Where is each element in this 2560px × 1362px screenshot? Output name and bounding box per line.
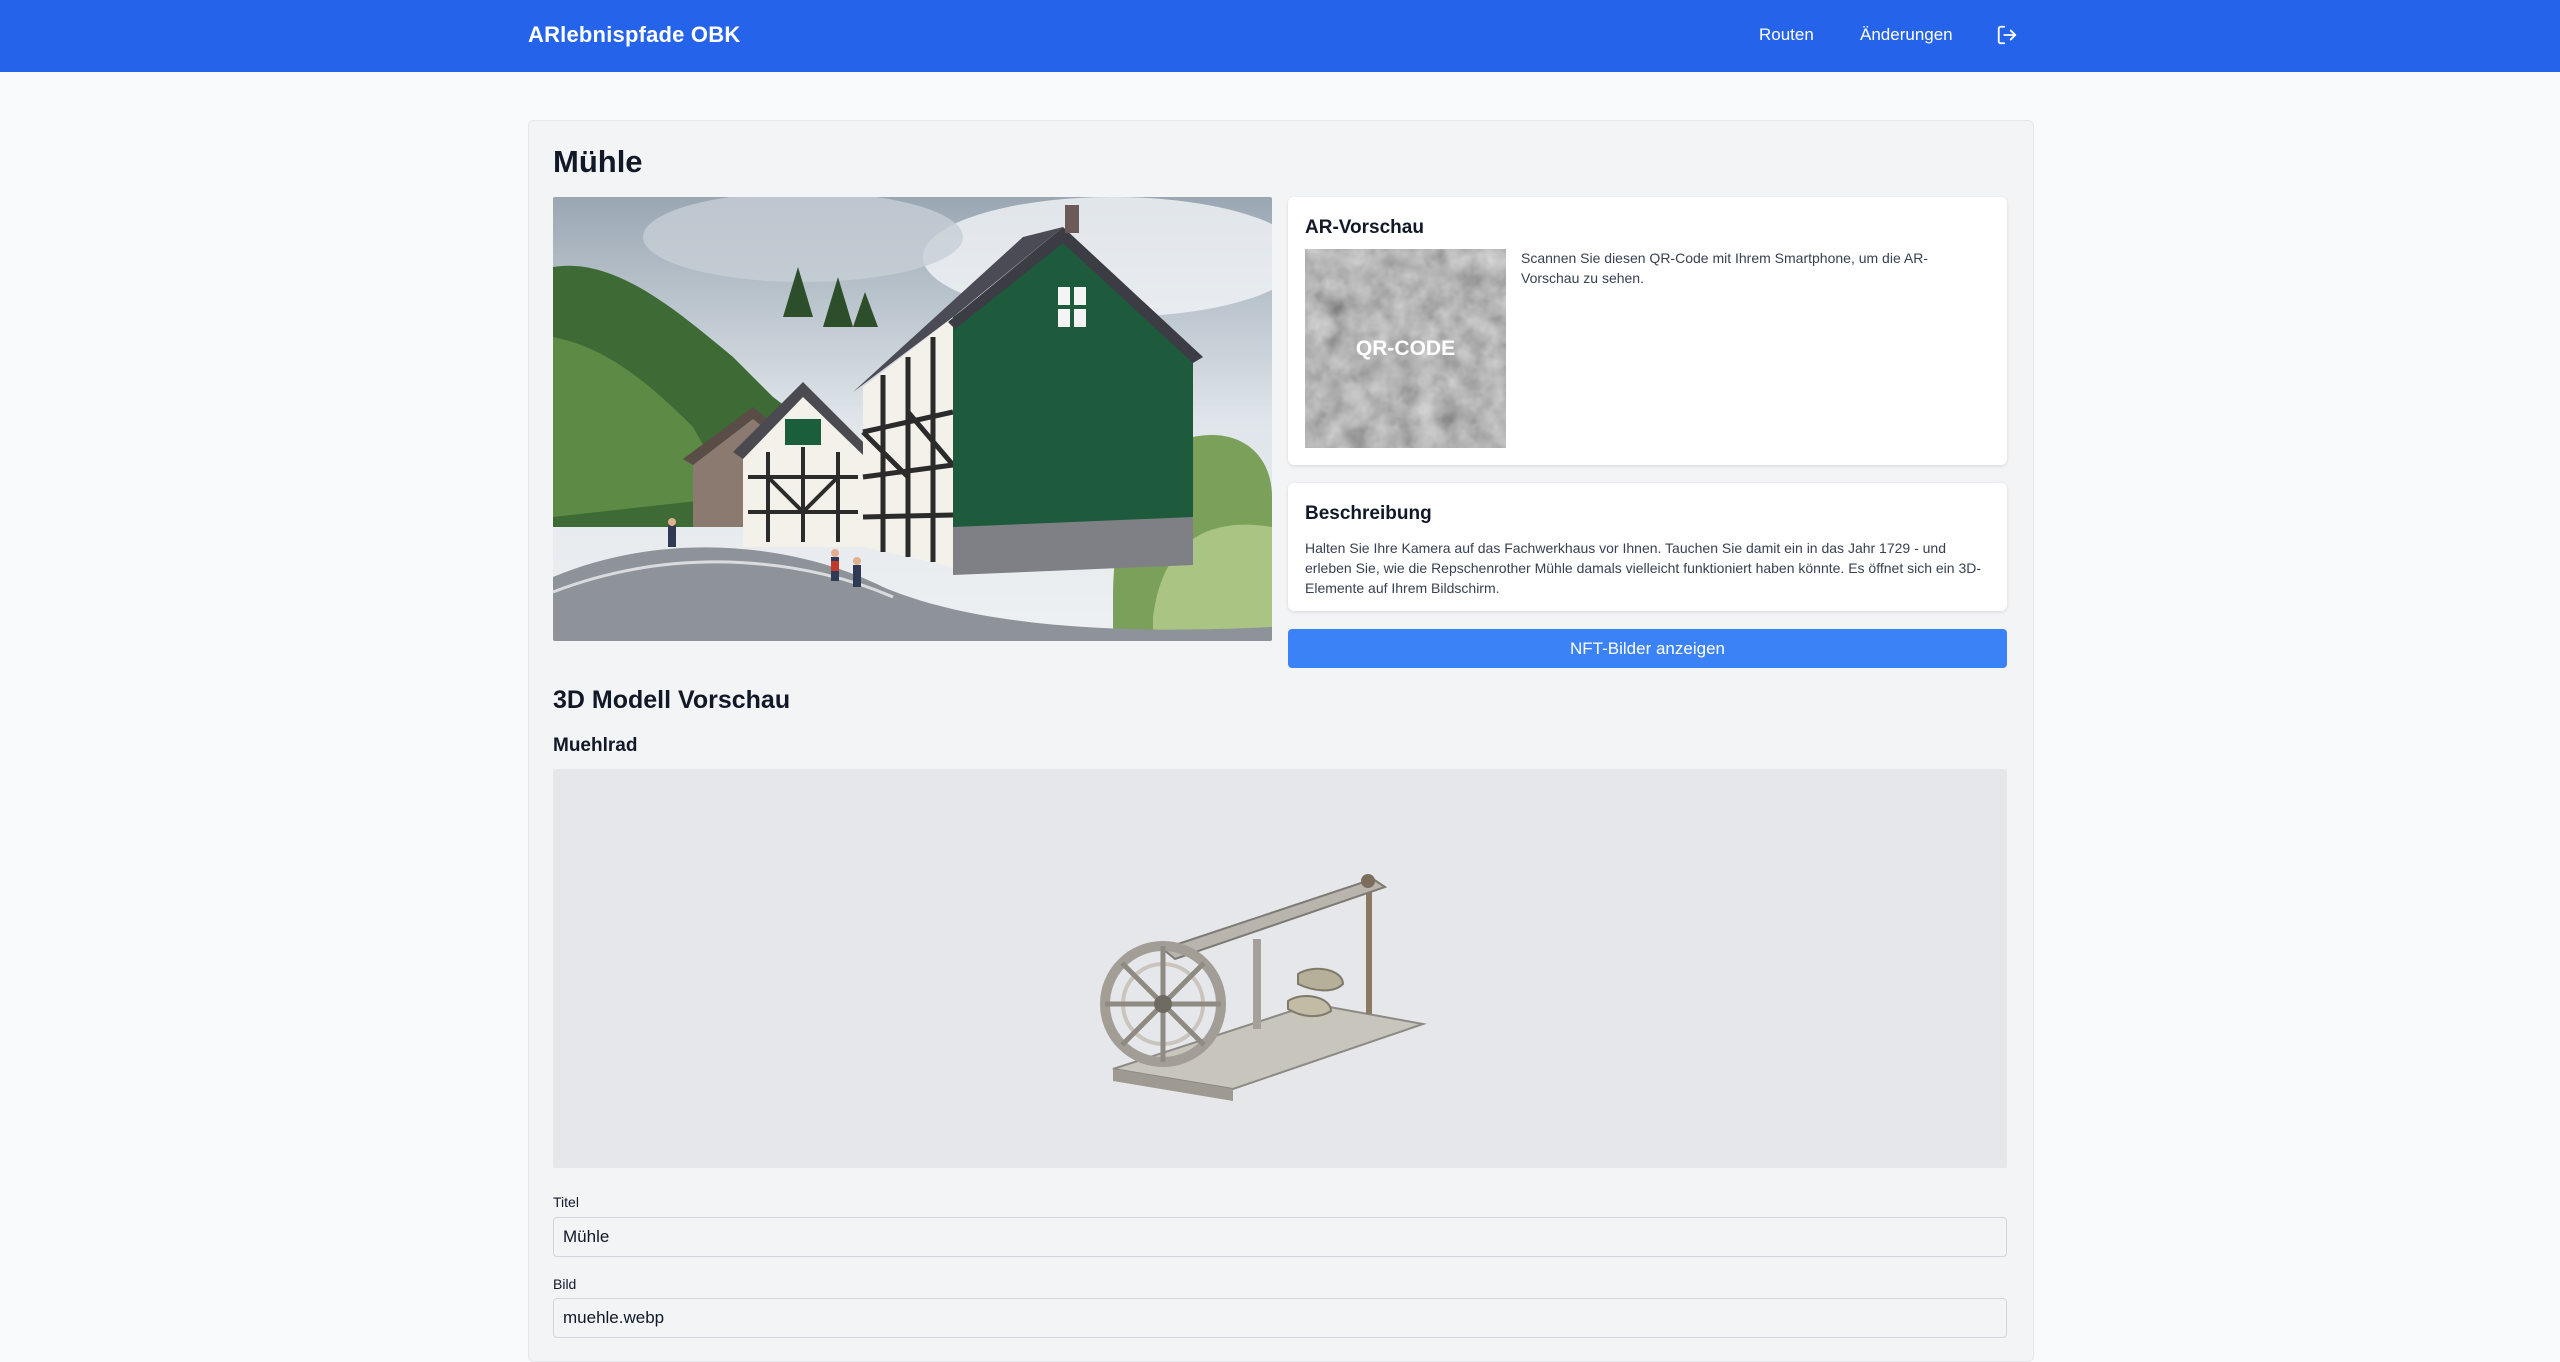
water-wheel-model xyxy=(1100,874,1427,1101)
qr-code-image: QR-CODE xyxy=(1305,249,1506,448)
top-navbar: ARlebnispfade OBK Routen Änderungen xyxy=(0,0,2560,72)
station-image xyxy=(553,197,1272,641)
image-field-label: Bild xyxy=(553,1276,577,1292)
model-section-title: 3D Modell Vorschau xyxy=(553,686,791,714)
description-panel: Beschreibung Halten Sie Ihre Kamera auf … xyxy=(1288,483,2007,611)
qr-code-label: QR-CODE xyxy=(1355,336,1456,360)
3d-model-viewer[interactable] xyxy=(553,769,2007,1168)
ar-preview-panel: AR-Vorschau QR-CODE Scannen Sie diesen Q… xyxy=(1288,197,2007,465)
nav-link-routes[interactable]: Routen xyxy=(1759,25,1814,45)
qr-hint-text: Scannen Sie diesen QR-Code mit Ihrem Sma… xyxy=(1521,250,1928,286)
brand-logo[interactable]: ARlebnispfade OBK xyxy=(528,22,740,48)
title-field-label: Titel xyxy=(553,1194,579,1210)
page-title: Mühle xyxy=(553,144,643,179)
logout-icon[interactable] xyxy=(1996,24,2018,46)
ar-preview-heading: AR-Vorschau xyxy=(1305,217,1424,238)
image-input[interactable] xyxy=(553,1298,2007,1338)
description-text: Halten Sie Ihre Kamera auf das Fachwerkh… xyxy=(1305,540,1982,596)
show-nft-images-button[interactable]: NFT-Bilder anzeigen xyxy=(1288,629,2007,668)
nav-link-changes[interactable]: Änderungen xyxy=(1860,25,1953,45)
description-heading: Beschreibung xyxy=(1305,503,1432,524)
model-name: Muehlrad xyxy=(553,735,638,756)
title-input[interactable] xyxy=(553,1217,2007,1257)
